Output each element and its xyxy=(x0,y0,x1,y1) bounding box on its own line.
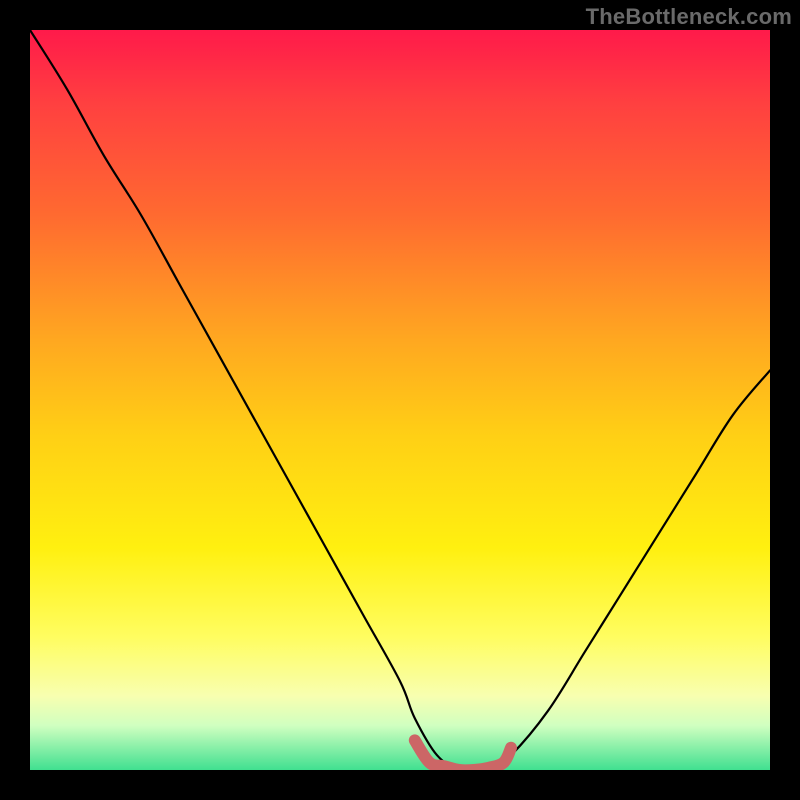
chart-frame: { "watermark": "TheBottleneck.com", "cha… xyxy=(0,0,800,800)
bottleneck-curve xyxy=(30,30,770,770)
watermark-text: TheBottleneck.com xyxy=(586,4,792,30)
plot-area xyxy=(30,30,770,770)
curves-svg xyxy=(30,30,770,770)
